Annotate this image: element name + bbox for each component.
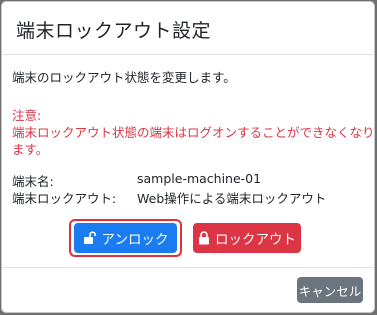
cancel-button[interactable]: キャンセル [297, 277, 363, 303]
warning-message-line2: ます。 [12, 142, 49, 157]
lock-icon [198, 231, 210, 245]
dialog-description: 端末のロックアウト状態を変更します。 [12, 70, 236, 85]
cancel-button-label: キャンセル [298, 283, 362, 299]
lockout-button[interactable]: ロックアウト [193, 223, 301, 253]
unlock-button-label: アンロック [101, 232, 169, 248]
lockout-status-value: Web操作による端末ロックアウト [137, 191, 327, 206]
unlock-button[interactable]: アンロック [74, 223, 177, 253]
lockout-button-label: ロックアウト [215, 232, 296, 248]
dialog-header: 端末ロックアウト設定 [2, 2, 374, 55]
unlock-icon [83, 231, 97, 245]
machine-name-value: sample-machine-01 [137, 171, 262, 186]
dialog-title: 端末ロックアウト設定 [16, 20, 212, 42]
warning-message-line1: 端末ロックアウト状態の端末はログオンすることができなくなり [12, 125, 375, 140]
lockout-status-label: 端末ロックアウト: [12, 191, 117, 206]
